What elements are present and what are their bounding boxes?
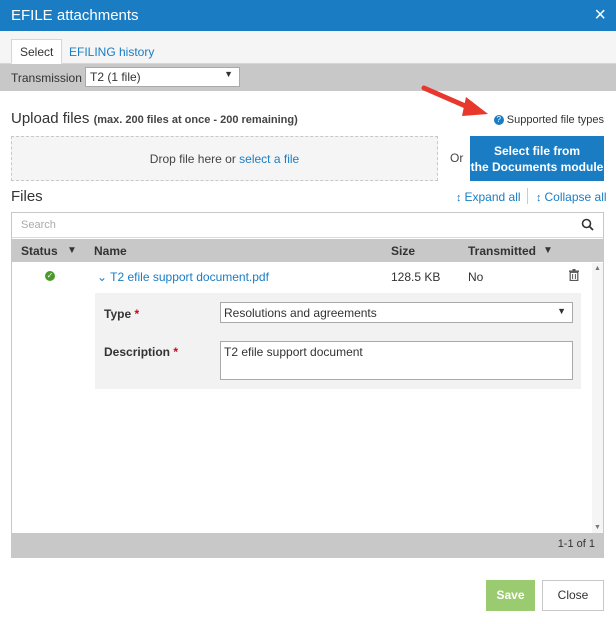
scroll-down-icon[interactable]: ▼: [594, 524, 601, 531]
tab-select[interactable]: Select: [11, 39, 63, 64]
divider: [527, 188, 528, 204]
search-input[interactable]: Search: [21, 219, 56, 231]
transmission-value: T2 (1 file): [90, 70, 141, 84]
select-file-link[interactable]: select a file: [239, 152, 299, 166]
transmission-bar: Transmission T2 (1 file) ▼: [0, 64, 616, 91]
help-icon: ?: [493, 115, 504, 126]
search-icon[interactable]: [581, 218, 594, 231]
trash-icon[interactable]: [569, 269, 579, 281]
dialog-title: EFILE attachments: [11, 7, 139, 24]
file-details-panel: Type * Resolutions and agreements ▼ Desc…: [95, 293, 581, 389]
supported-types-link[interactable]: ? Supported file types: [493, 114, 604, 126]
description-field[interactable]: T2 efile support document: [220, 341, 573, 380]
expand-icon: ↕: [456, 192, 462, 204]
col-size[interactable]: Size: [391, 244, 415, 258]
col-status[interactable]: Status: [21, 244, 58, 258]
files-title: Files: [11, 188, 43, 205]
caret-down-icon: ▼: [224, 69, 233, 79]
file-name-link[interactable]: ⌄ T2 efile support document.pdf: [97, 270, 269, 284]
transmission-label: Transmission: [11, 71, 82, 85]
type-label: Type *: [104, 307, 140, 321]
search-bar[interactable]: Search: [12, 213, 603, 238]
close-button[interactable]: Close: [542, 580, 604, 611]
drop-text: Drop file here or: [149, 152, 236, 166]
tab-efiling-history[interactable]: EFILING history: [60, 39, 163, 64]
upload-subtitle: (max. 200 files at once - 200 remaining): [93, 114, 298, 126]
transmission-select[interactable]: T2 (1 file) ▼: [85, 67, 240, 87]
type-value: Resolutions and agreements: [224, 306, 377, 320]
col-transmitted[interactable]: Transmitted: [468, 244, 536, 258]
expand-all-button[interactable]: ↕ Expand all: [456, 190, 521, 204]
check-circle-icon: ✓: [45, 271, 55, 281]
type-select[interactable]: Resolutions and agreements ▼: [220, 302, 573, 323]
collapse-all-label: Collapse all: [544, 190, 607, 204]
doc-button-line2: the Documents module: [470, 160, 604, 174]
upload-title: Upload files: [11, 110, 90, 127]
expand-all-label: Expand all: [464, 190, 521, 204]
tab-bar: Select EFILING history: [0, 31, 616, 64]
vertical-scrollbar[interactable]: ▲ ▼: [592, 263, 603, 533]
or-text: Or: [450, 151, 464, 165]
collapse-all-button[interactable]: ↕ Collapse all: [536, 190, 607, 204]
scroll-up-icon[interactable]: ▲: [594, 265, 601, 272]
files-grid: Search Status ▼ Name Size Transmitted ▼ …: [11, 212, 604, 558]
save-button[interactable]: Save: [486, 580, 535, 611]
chevron-down-icon[interactable]: ⌄: [97, 270, 110, 284]
select-from-documents-button[interactable]: Select file from the Documents module: [470, 136, 604, 181]
description-label: Description *: [104, 345, 179, 359]
table-row[interactable]: ✓ ⌄ T2 efile support document.pdf 128.5 …: [12, 264, 592, 288]
supported-types-label: Supported file types: [506, 114, 604, 126]
grid-footer: 1-1 of 1: [12, 533, 603, 557]
upload-heading: Upload files (max. 200 files at once - 2…: [11, 110, 298, 127]
pager-count: 1-1 of 1: [557, 538, 595, 550]
filter-icon[interactable]: ▼: [67, 245, 77, 256]
drop-zone[interactable]: Drop file here or select a file: [11, 136, 438, 181]
annotation-arrow-icon: [421, 85, 488, 116]
filter-icon[interactable]: ▼: [543, 245, 553, 256]
caret-down-icon: ▼: [557, 306, 566, 316]
file-size: 128.5 KB: [391, 270, 441, 284]
grid-header: Status ▼ Name Size Transmitted ▼: [12, 239, 603, 262]
file-name: T2 efile support document.pdf: [110, 270, 269, 284]
file-transmitted: No: [468, 270, 484, 284]
collapse-icon: ↕: [536, 192, 542, 204]
dialog-titlebar: EFILE attachments ×: [0, 0, 616, 31]
close-icon[interactable]: ×: [594, 4, 606, 26]
doc-button-line1: Select file from: [493, 144, 581, 158]
col-name[interactable]: Name: [94, 244, 127, 258]
